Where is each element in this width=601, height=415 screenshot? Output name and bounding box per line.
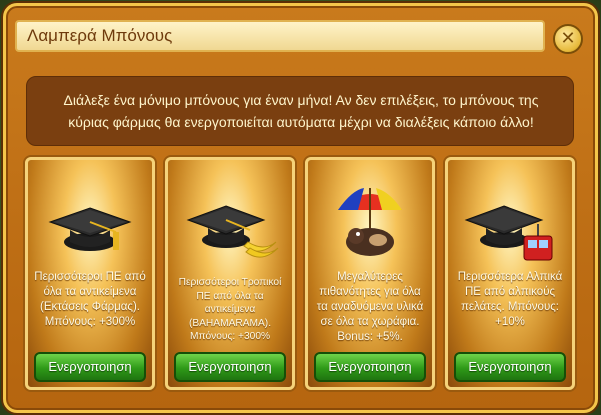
activate-button[interactable]: Ενεργοποιηση — [174, 352, 286, 382]
activate-button[interactable]: Ενεργοποιηση — [34, 352, 146, 382]
dialog-title: Λαμπερά Μπόνους — [27, 26, 173, 45]
description-panel: Διάλεξε ένα μόνιμο μπόνους για έναν μήνα… — [26, 76, 574, 146]
description-text: Διάλεξε ένα μόνιμο μπόνους για έναν μήνα… — [63, 92, 539, 130]
activate-button[interactable]: Ενεργοποιηση — [314, 352, 426, 382]
graduation-cap-icon — [48, 207, 132, 251]
graduation-cap-gondola-icon — [464, 205, 553, 261]
card-description: Μεγαλύτερες πιθανότητες για όλα τα αναδυ… — [316, 271, 424, 343]
card-description: Περισσότερα Αλπικά ΠΕ από αλπικούς πελάτ… — [457, 271, 563, 328]
card-description: Περισσότεροι ΠΕ από όλα τα αντικείμενα (… — [34, 271, 146, 328]
card-description: Περισσότεροι Τροπικοί ΠΕ από όλα τα αντι… — [178, 277, 282, 342]
bonus-card-tropical: Περισσότεροι Τροπικοί ΠΕ από όλα τα αντι… — [165, 157, 295, 390]
graduation-cap-bananas-icon — [186, 205, 279, 258]
bonus-card-alpine: Περισσότερα Αλπικά ΠΕ από αλπικούς πελάτ… — [445, 157, 575, 390]
close-button[interactable]: ✕ — [553, 24, 583, 54]
activate-button[interactable]: Ενεργοποιηση — [454, 352, 566, 382]
bonus-card-farm: Περισσότεροι ΠΕ από όλα τα αντικείμενα (… — [25, 157, 155, 390]
close-icon: ✕ — [560, 28, 576, 49]
title-bar: Λαμπερά Μπόνους — [15, 20, 545, 52]
bonus-card-materials: Μεγαλύτερες πιθανότητες για όλα τα αναδυ… — [305, 157, 435, 390]
mouse-umbrella-icon — [338, 188, 402, 256]
